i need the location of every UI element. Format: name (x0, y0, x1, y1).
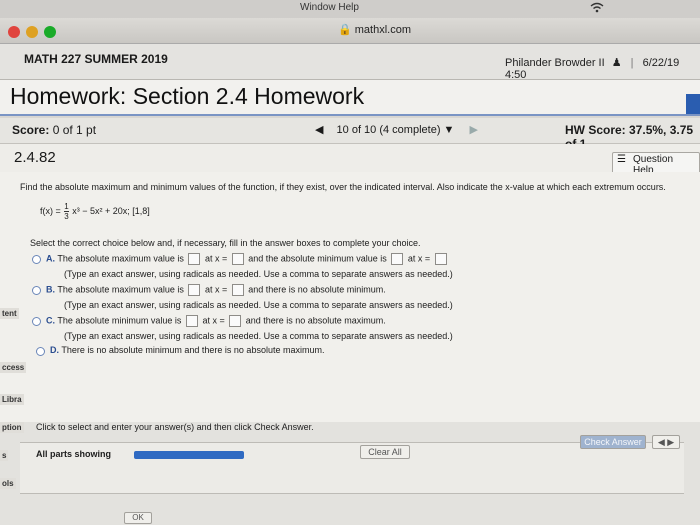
option-a-min-x-input[interactable] (434, 253, 447, 265)
progress-text: 10 of 10 (4 complete) (336, 124, 441, 136)
part-nav-buttons[interactable]: ◀ ▶ (652, 435, 680, 449)
side-label-tools[interactable]: ols (0, 478, 16, 489)
dropdown-arrow-icon: ▼ (443, 124, 455, 136)
option-a-at-x: at x = (204, 253, 228, 264)
question-id-row: 2.4.82 ☰ Question Help (0, 144, 700, 178)
user-icon[interactable]: ♟ (612, 57, 622, 69)
question-prompt: Find the absolute maximum and minimum va… (20, 182, 666, 192)
menubar-menus[interactable]: Window Help (300, 2, 359, 13)
question-navigator: ◀ 10 of 10 (4 complete) ▼ ▶ (315, 123, 478, 136)
option-a-min-value-input[interactable] (391, 253, 404, 265)
lock-icon: 🔒 (338, 24, 352, 36)
option-b-max-value-input[interactable] (188, 284, 201, 296)
fraction: 1 3 (64, 202, 69, 221)
address-bar[interactable]: 🔒 mathxl.com (338, 23, 411, 36)
maximize-window-icon[interactable] (44, 26, 56, 38)
os-menubar: Window Help (0, 0, 700, 18)
minimize-window-icon[interactable] (26, 26, 38, 38)
option-a-max-x-input[interactable] (231, 253, 244, 265)
url-text: mathxl.com (354, 24, 412, 36)
parts-progress-bar (134, 451, 244, 459)
page-title: Homework: Section 2.4 Homework (10, 83, 365, 109)
option-d-letter: D. (50, 345, 59, 355)
parts-strip: All parts showing Clear All Check Answer… (20, 435, 684, 494)
option-b-radio[interactable] (32, 286, 41, 295)
option-c-radio[interactable] (32, 317, 41, 326)
option-c-text-2: and there is no absolute maximum. (245, 315, 386, 326)
option-c-hint: (Type an exact answer, using radicals as… (64, 331, 453, 341)
list-icon: ☰ (617, 154, 626, 165)
user-name[interactable]: Philander Browder II (505, 57, 605, 69)
close-window-icon[interactable] (8, 26, 20, 38)
option-b-line1: B. The absolute maximum value is at x = … (46, 284, 386, 296)
score-row: Score: 0 of 1 pt ◀ 10 of 10 (4 complete)… (0, 118, 700, 151)
function-expression: f(x) = 1 3 x³ − 5x² + 20x; [1,8] (40, 202, 150, 221)
option-c-at-x: at x = (202, 315, 225, 326)
score-value: 0 of 1 pt (52, 123, 97, 137)
question-number: 2.4.82 (14, 149, 56, 166)
option-b-letter: B. (46, 284, 55, 295)
side-label-options[interactable]: ption (0, 422, 24, 433)
side-label-content[interactable]: tent (0, 308, 19, 319)
user-area: Philander Browder II ♟ | 6/22/19 4:50 (505, 56, 700, 81)
answer-footer: ption s ols Click to select and enter yo… (0, 422, 700, 525)
side-label-library[interactable]: Libra (0, 394, 24, 405)
course-title: MATH 227 SUMMER 2019 (24, 52, 168, 66)
option-d-radio[interactable] (36, 347, 45, 356)
fraction-numerator: 1 (64, 202, 69, 212)
function-lhs: f(x) = (40, 205, 61, 216)
question-progress-dropdown[interactable]: 10 of 10 (4 complete) ▼ (337, 124, 458, 136)
option-a-letter: A. (46, 253, 55, 264)
option-a-radio[interactable] (32, 255, 41, 264)
instruction-text: Select the correct choice below and, if … (30, 238, 421, 248)
side-label-access[interactable]: ccess (0, 362, 27, 373)
all-parts-label: All parts showing (36, 449, 112, 459)
homework-header: Homework: Section 2.4 Homework (0, 80, 700, 116)
option-c-line1: C. The absolute minimum value is at x = … (46, 315, 386, 327)
score-display: Score: 0 of 1 pt (12, 123, 96, 137)
prev-question-icon[interactable]: ◀ (315, 124, 323, 136)
option-c-min-value-input[interactable] (185, 315, 198, 327)
option-a-at-x-2: at x = (407, 253, 431, 264)
separator: | (630, 57, 634, 69)
check-answer-button[interactable]: Check Answer (580, 435, 646, 449)
option-d-line1: D. There is no absolute minimum and ther… (50, 345, 324, 355)
option-d-text: There is no absolute minimum and there i… (61, 345, 325, 355)
question-body: Find the absolute maximum and minimum va… (0, 172, 700, 422)
option-b-hint: (Type an exact answer, using radicals as… (64, 300, 453, 310)
function-rest: x³ − 5x² + 20x; [1,8] (72, 205, 150, 216)
option-a-text: The absolute maximum value is (57, 253, 184, 264)
option-a-line1: A. The absolute maximum value is at x = … (46, 253, 449, 265)
side-tab[interactable] (686, 94, 700, 114)
option-c-letter: C. (46, 315, 55, 326)
next-question-icon[interactable]: ▶ (470, 124, 478, 136)
browser-toolbar: 🔒 mathxl.com (0, 18, 700, 44)
ok-button[interactable]: OK (124, 512, 152, 524)
course-header: MATH 227 SUMMER 2019 Philander Browder I… (0, 44, 700, 81)
option-a-hint: (Type an exact answer, using radicals as… (64, 269, 453, 279)
side-label-s[interactable]: s (0, 450, 9, 461)
option-b-max-x-input[interactable] (231, 284, 244, 296)
option-b-text-2: and there is no absolute minimum. (248, 284, 386, 295)
option-c-min-x-input[interactable] (229, 315, 242, 327)
wifi-icon (590, 2, 604, 16)
option-c-text: The absolute minimum value is (57, 315, 182, 326)
option-a-max-value-input[interactable] (188, 253, 201, 265)
option-a-text-2: and the absolute minimum value is (248, 253, 387, 264)
clear-all-button[interactable]: Clear All (360, 445, 410, 459)
option-b-at-x: at x = (204, 284, 228, 295)
fraction-denominator: 3 (64, 212, 69, 221)
click-instruction: Click to select and enter your answer(s)… (36, 422, 314, 432)
option-b-text: The absolute maximum value is (57, 284, 184, 295)
score-label: Score: (12, 123, 50, 137)
